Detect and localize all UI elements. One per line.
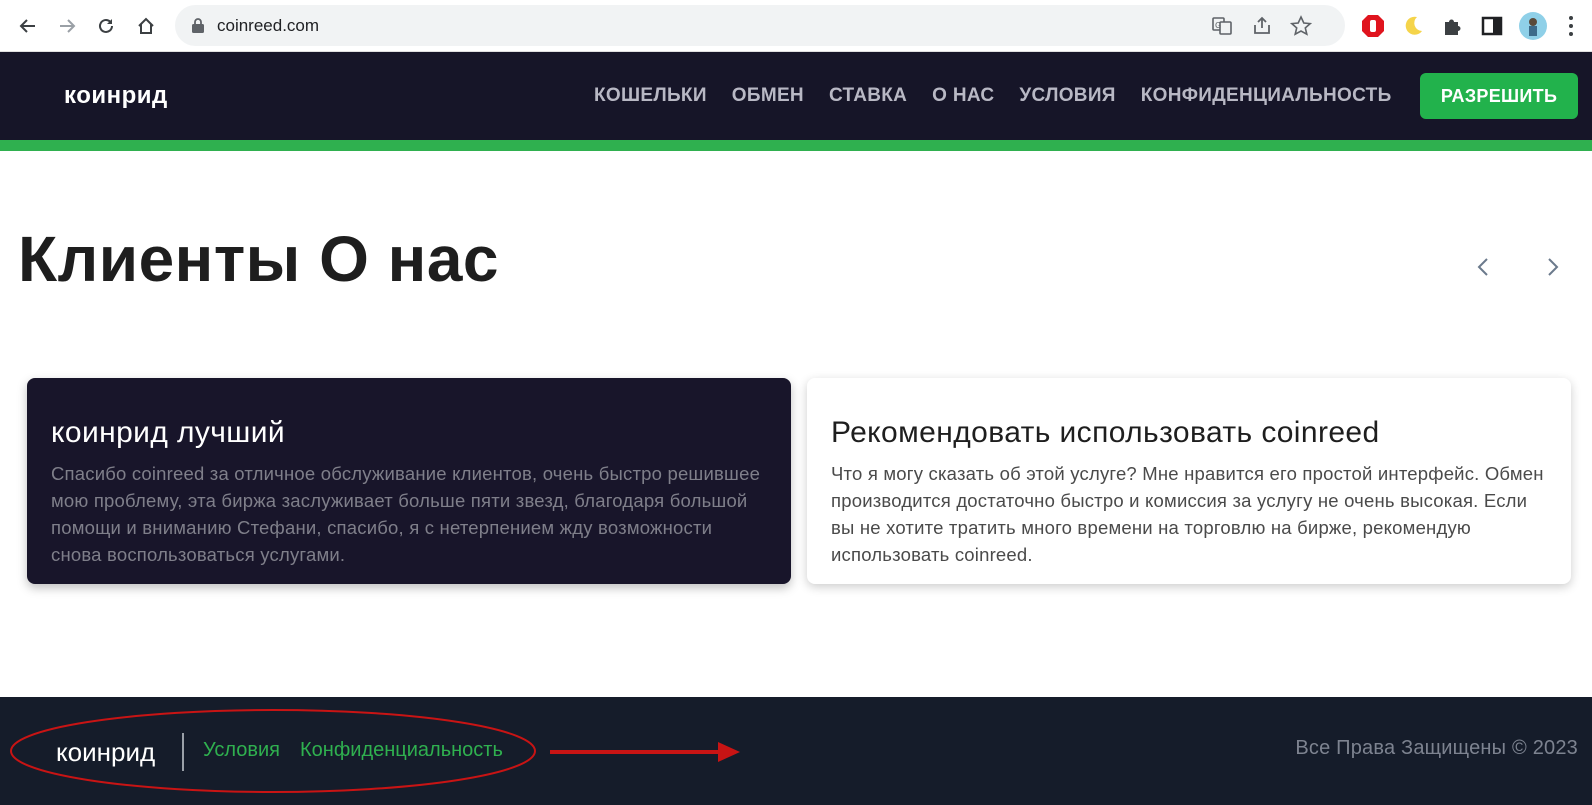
page-title: Клиенты О нас — [18, 223, 499, 295]
back-arrow-icon[interactable] — [14, 12, 42, 40]
address-bar[interactable]: coinreed.com G — [175, 5, 1345, 46]
testimonial-card: Рекомендовать использовать coinreed Что … — [807, 378, 1571, 584]
url-text: coinreed.com — [217, 16, 320, 35]
footer-logo[interactable]: коинрид — [56, 737, 155, 768]
site-logo[interactable]: коинрид — [64, 82, 168, 110]
bookmark-star-icon[interactable] — [1290, 15, 1312, 37]
carousel-prev-icon[interactable] — [1472, 255, 1494, 279]
nav-link-privacy[interactable]: КОНФИДЕНЦИАЛЬНОСТЬ — [1141, 85, 1392, 107]
nav-link-terms[interactable]: УСЛОВИЯ — [1019, 85, 1115, 107]
nav-link-wallets[interactable]: КОШЕЛЬКИ — [594, 85, 707, 107]
reload-icon[interactable] — [92, 12, 120, 40]
site-footer: коинрид Условия Конфиденциальность Все П… — [0, 697, 1592, 805]
svg-text:G: G — [1215, 21, 1221, 30]
extensions-puzzle-icon[interactable] — [1440, 13, 1466, 39]
translate-icon[interactable]: G — [1211, 15, 1233, 37]
nav-link-about[interactable]: О НАС — [932, 85, 994, 107]
more-menu-icon[interactable] — [1558, 13, 1584, 39]
lock-icon — [192, 18, 204, 33]
testimonial-text: Спасибо coinreed за отличное обслуживани… — [51, 463, 761, 565]
side-panel-icon[interactable] — [1479, 13, 1505, 39]
nav-link-stake[interactable]: СТАВКА — [829, 85, 907, 107]
testimonial-text: Что я могу сказать об этой услуге? Мне н… — [831, 463, 1544, 565]
nav-link-exchange[interactable]: ОБМЕН — [732, 85, 804, 107]
forward-arrow-icon[interactable] — [53, 12, 81, 40]
testimonial-card: коинрид лучший Спасибо coinreed за отлич… — [27, 378, 791, 584]
copyright-text: Все Права Защищены © 2023 — [1295, 737, 1578, 759]
allow-button[interactable]: РАЗРЕШИТЬ — [1420, 73, 1578, 119]
testimonial-heading: Рекомендовать использовать coinreed — [831, 416, 1380, 449]
site-header: коинрид КОШЕЛЬКИ ОБМЕН СТАВКА О НАС УСЛО… — [0, 52, 1592, 140]
carousel-next-icon[interactable] — [1542, 255, 1564, 279]
footer-divider — [182, 733, 184, 771]
home-icon[interactable] — [132, 12, 160, 40]
dark-mode-extension-icon[interactable] — [1400, 13, 1426, 39]
testimonial-heading: коинрид лучший — [51, 416, 286, 449]
browser-toolbar: coinreed.com G — [0, 0, 1592, 52]
share-icon[interactable] — [1251, 15, 1273, 37]
footer-link-terms[interactable]: Условия — [203, 739, 280, 762]
header-accent-bar — [0, 140, 1592, 151]
adblock-extension-icon[interactable] — [1360, 13, 1386, 39]
profile-avatar[interactable] — [1518, 11, 1548, 41]
footer-link-privacy[interactable]: Конфиденциальность — [300, 739, 503, 762]
main-nav: КОШЕЛЬКИ ОБМЕН СТАВКА О НАС УСЛОВИЯ КОНФ… — [594, 85, 1417, 107]
